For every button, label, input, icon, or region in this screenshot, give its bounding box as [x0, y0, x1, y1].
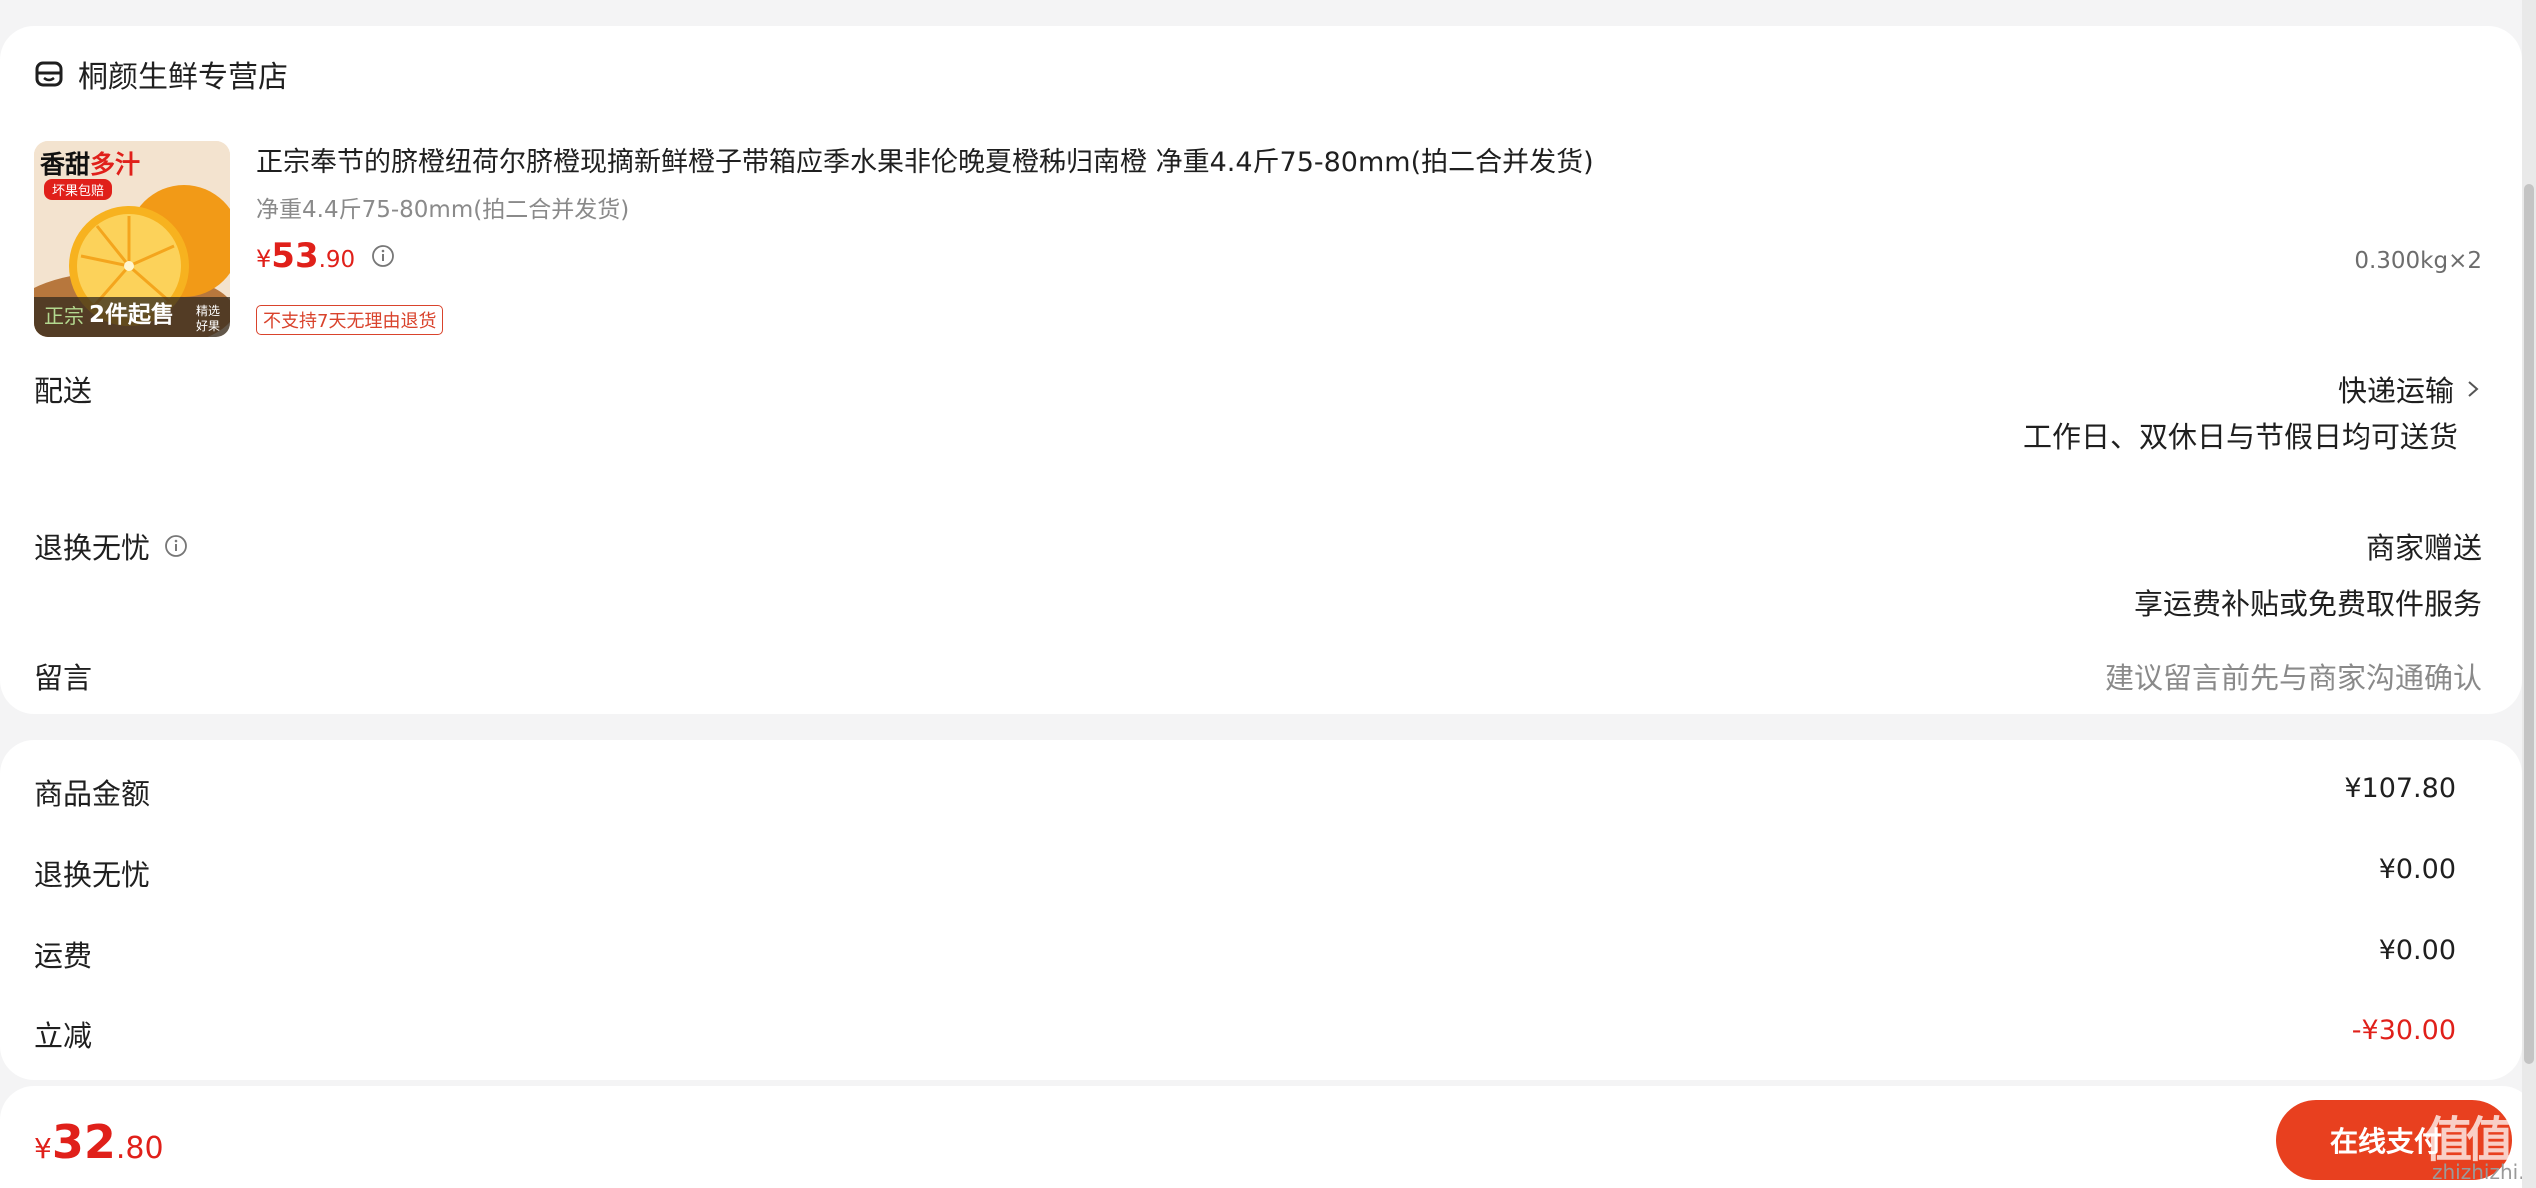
summary-card [0, 740, 2522, 1080]
scrollbar-thumb[interactable] [2524, 184, 2534, 1064]
summary-label: 运费 [34, 939, 93, 973]
shop-icon [35, 61, 63, 87]
product-thumbnail[interactable]: 香甜多汁 坏果包赔 正宗 2件起售 精选 好果 [34, 141, 230, 337]
return-worry-note: 享运费补贴或免费取件服务 [2133, 587, 2482, 621]
delivery-label: 配送 [34, 374, 93, 408]
summary-value: ¥107.80 [2344, 773, 2456, 804]
message-input[interactable]: 建议留言前先与商家沟通确认 [2105, 655, 2482, 697]
summary-label: 商品金额 [34, 777, 151, 811]
summary-label: 退换无忧 [34, 858, 151, 892]
product-spec: 净重4.4斤75-80mm(拍二合并发货) [256, 197, 630, 223]
watermark-site: zhizhizhi.com [2432, 1160, 2536, 1184]
thumb-bottom-main: 2件起售 [89, 302, 175, 328]
total-price: ¥ 32 .80 [34, 1115, 164, 1169]
product-title[interactable]: 正宗奉节的脐橙纽荷尔脐橙现摘新鲜橙子带箱应季水果非伦晚夏橙秭归南橙 净重4.4斤… [256, 140, 2496, 179]
message-label: 留言 [34, 661, 93, 695]
delivery-note: 工作日、双休日与节假日均可送货 [2022, 420, 2458, 454]
price-info-icon[interactable] [371, 244, 395, 268]
return-worry-value: 商家赠送 [2365, 531, 2482, 565]
delivery-method[interactable]: 快递运输 [2338, 368, 2482, 410]
no-return-tag: 不支持7天无理由退货 [256, 305, 444, 335]
checkout-page: 桐颜生鲜专营店 香甜多汁 坏果包赔 正宗 2件起售 精选 好果 正宗奉节的脐橙纽… [0, 0, 2536, 1188]
return-worry-info-icon[interactable] [164, 534, 188, 558]
chevron-right-icon [2468, 381, 2479, 397]
return-worry-label: 退换无忧 [34, 531, 151, 565]
thumb-badge: 坏果包赔 [44, 179, 113, 200]
summary-label: 立减 [34, 1019, 93, 1053]
checkout-bar [0, 1086, 2536, 1188]
delivery-method-text: 快递运输 [2337, 374, 2454, 408]
summary-value: ¥0.00 [2378, 854, 2456, 885]
discount-value: -¥30.00 [2351, 1015, 2456, 1046]
thumb-bottom-right: 精选 好果 [195, 304, 220, 333]
summary-value: ¥0.00 [2378, 935, 2456, 966]
product-quantity: 0.300kg×2 [2354, 248, 2482, 274]
product-price: ¥ 53 .90 [256, 236, 395, 276]
thumb-bottom-left: 正宗 [44, 304, 84, 328]
shop-header[interactable]: 桐颜生鲜专营店 [34, 52, 288, 96]
thumb-headline: 香甜多汁 [40, 150, 141, 179]
return-worry-row-label: 退换无忧 [34, 525, 188, 567]
shop-name: 桐颜生鲜专营店 [78, 60, 288, 95]
